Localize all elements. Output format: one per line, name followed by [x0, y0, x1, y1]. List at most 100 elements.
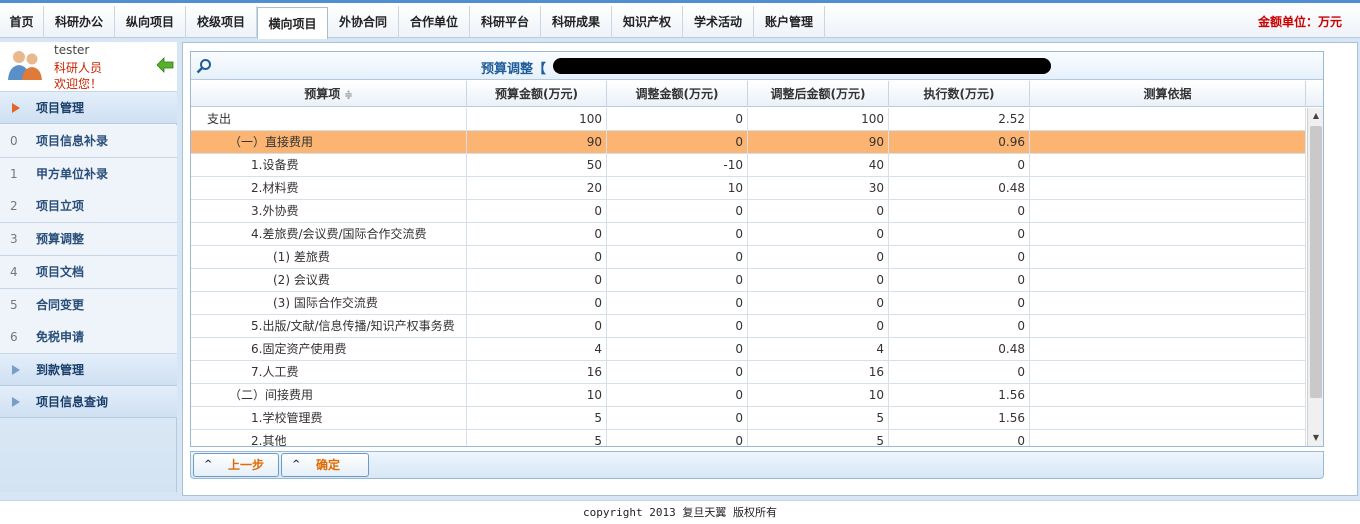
table-row[interactable]: 2.其他 5 0 5 0: [191, 430, 1306, 446]
table-cell-basis: [1030, 292, 1306, 315]
sidebar-item[interactable]: 1 甲方单位补录: [0, 157, 177, 191]
column-header[interactable]: 调整金额(万元): [607, 81, 748, 107]
table-cell-basis: [1030, 338, 1306, 361]
nav-tab[interactable]: 合作单位: [399, 6, 470, 38]
table-cell-exec: 1.56: [889, 384, 1030, 407]
table-cell-exec: 0: [889, 361, 1030, 384]
button-label: 上一步: [228, 458, 265, 472]
sidebar-item[interactable]: 6 免税申请: [0, 321, 177, 355]
column-header[interactable]: 预算金额(万元): [467, 81, 607, 107]
table-row[interactable]: 2.材料费 20 10 30 0.48: [191, 177, 1306, 200]
nav-tab[interactable]: 学术活动: [683, 6, 754, 38]
back-arrow-icon[interactable]: [156, 57, 174, 73]
sidebar-item[interactable]: 0 项目信息补录: [0, 125, 177, 158]
sidebar-item[interactable]: 4 项目文档: [0, 255, 177, 289]
nav-tab[interactable]: 横向项目: [257, 7, 328, 39]
table-cell-item: （二）间接费用: [191, 384, 467, 407]
table-cell-budget: 4: [467, 338, 607, 361]
nav-tab[interactable]: 科研办公: [44, 6, 115, 38]
search-icon[interactable]: [196, 58, 212, 74]
table-cell-adjust: -10: [607, 154, 748, 177]
table-cell-basis: [1030, 177, 1306, 200]
table-cell-exec: 1.56: [889, 407, 1030, 430]
table-cell-after: 0: [748, 200, 889, 223]
table-cell-budget: 5: [467, 430, 607, 446]
table-row[interactable]: 6.固定资产使用费 4 0 4 0.48: [191, 338, 1306, 361]
grid-body: 支出 100 0 100 2.52 （一）直接费用 90 0 90 0.96 1.设备费 50 -10 4…: [191, 108, 1306, 446]
column-header[interactable]: 调整后金额(万元): [748, 81, 889, 107]
nav-tab[interactable]: 科研平台: [470, 6, 541, 38]
table-row[interactable]: 4.差旅费/会议费/国际合作交流费 0 0 0 0: [191, 223, 1306, 246]
prev-step-button[interactable]: ^ 上一步: [193, 453, 279, 477]
scroll-down-icon[interactable]: ▼: [1308, 430, 1324, 446]
sidebar-item[interactable]: 3 预算调整: [0, 223, 177, 257]
nav-tab[interactable]: 外协合同: [328, 6, 399, 38]
table-cell-item: 4.差旅费/会议费/国际合作交流费: [191, 223, 467, 246]
table-cell-after: 100: [748, 108, 889, 131]
table-cell-basis: [1030, 108, 1306, 131]
menu-section-project-management[interactable]: 项目管理: [0, 92, 177, 124]
table-cell-item: 3.外协费: [191, 200, 467, 223]
nav-tab[interactable]: 账户管理: [754, 6, 825, 38]
table-cell-budget: 100: [467, 108, 607, 131]
nav-tab[interactable]: 首页: [0, 6, 44, 38]
table-cell-after: 0: [748, 315, 889, 338]
table-cell-adjust: 0: [607, 223, 748, 246]
sidebar-item-index: 2: [10, 199, 18, 214]
table-cell-item: 1.设备费: [191, 154, 467, 177]
sidebar-item-label: 项目信息补录: [36, 134, 109, 148]
collapse-arrow-icon: [12, 397, 20, 407]
menu-section-project-query[interactable]: 项目信息查询: [0, 386, 177, 418]
table-cell-exec: 0.48: [889, 338, 1030, 361]
scroll-up-icon[interactable]: ▲: [1308, 108, 1324, 124]
table-cell-budget: 0: [467, 223, 607, 246]
table-cell-after: 5: [748, 407, 889, 430]
table-cell-budget: 0: [467, 200, 607, 223]
table-row[interactable]: (3) 国际合作交流费 0 0 0 0: [191, 292, 1306, 315]
table-row[interactable]: 1.学校管理费 5 0 5 1.56: [191, 407, 1306, 430]
scroll-thumb[interactable]: [1310, 126, 1322, 398]
table-row[interactable]: 1.设备费 50 -10 40 0: [191, 154, 1306, 177]
column-header-label: 预算项: [304, 87, 341, 101]
column-header[interactable]: 预算项 ≑: [191, 81, 467, 107]
grid-header: 预算项 ≑ 预算金额(万元) 调整金额(万元) 调整后金额(万元) 执行数(万元) 测算依…: [191, 81, 1323, 107]
vertical-scrollbar[interactable]: ▲ ▼: [1307, 108, 1323, 446]
table-cell-budget: 0: [467, 315, 607, 338]
column-header[interactable]: 执行数(万元): [889, 81, 1030, 107]
confirm-button[interactable]: ^ 确定: [281, 453, 369, 477]
table-cell-item: (1) 差旅费: [191, 246, 467, 269]
table-row[interactable]: (1) 差旅费 0 0 0 0: [191, 246, 1306, 269]
table-row[interactable]: （一）直接费用 90 0 90 0.96: [191, 131, 1306, 154]
sidebar-item[interactable]: 2 项目立项: [0, 190, 177, 224]
table-cell-exec: 0.96: [889, 131, 1030, 154]
table-cell-item: 2.其他: [191, 430, 467, 446]
table-row[interactable]: (2) 会议费 0 0 0 0: [191, 269, 1306, 292]
sort-icon[interactable]: ≑: [344, 90, 352, 101]
table-cell-after: 0: [748, 269, 889, 292]
table-cell-after: 0: [748, 246, 889, 269]
sidebar-item[interactable]: 5 合同变更: [0, 288, 177, 322]
sidebar-item-label: 甲方单位补录: [36, 166, 109, 181]
table-row[interactable]: 支出 100 0 100 2.52: [191, 108, 1306, 131]
table-row[interactable]: 7.人工费 16 0 16 0: [191, 361, 1306, 384]
table-cell-basis: [1030, 223, 1306, 246]
nav-tab[interactable]: 知识产权: [612, 6, 683, 38]
column-header[interactable]: 测算依据: [1030, 81, 1306, 107]
nav-tab[interactable]: 纵向项目: [115, 6, 186, 38]
nav-tab[interactable]: 科研成果: [541, 6, 612, 38]
table-row[interactable]: 5.出版/文献/信息传播/知识产权事务费 0 0 0 0: [191, 315, 1306, 338]
column-header-label: 预算金额(万元): [495, 87, 578, 101]
table-cell-basis: [1030, 246, 1306, 269]
table-cell-adjust: 0: [607, 407, 748, 430]
table-cell-budget: 16: [467, 361, 607, 384]
sidebar-item-index: 1: [10, 166, 18, 181]
nav-tab[interactable]: 校级项目: [186, 6, 257, 38]
table-row[interactable]: （二）间接费用 10 0 10 1.56: [191, 384, 1306, 407]
table-cell-adjust: 0: [607, 269, 748, 292]
table-cell-after: 4: [748, 338, 889, 361]
section-label: 到款管理: [36, 363, 85, 377]
table-cell-item: (2) 会议费: [191, 269, 467, 292]
table-cell-budget: 5: [467, 407, 607, 430]
menu-section-payment-management[interactable]: 到款管理: [0, 354, 177, 386]
table-row[interactable]: 3.外协费 0 0 0 0: [191, 200, 1306, 223]
